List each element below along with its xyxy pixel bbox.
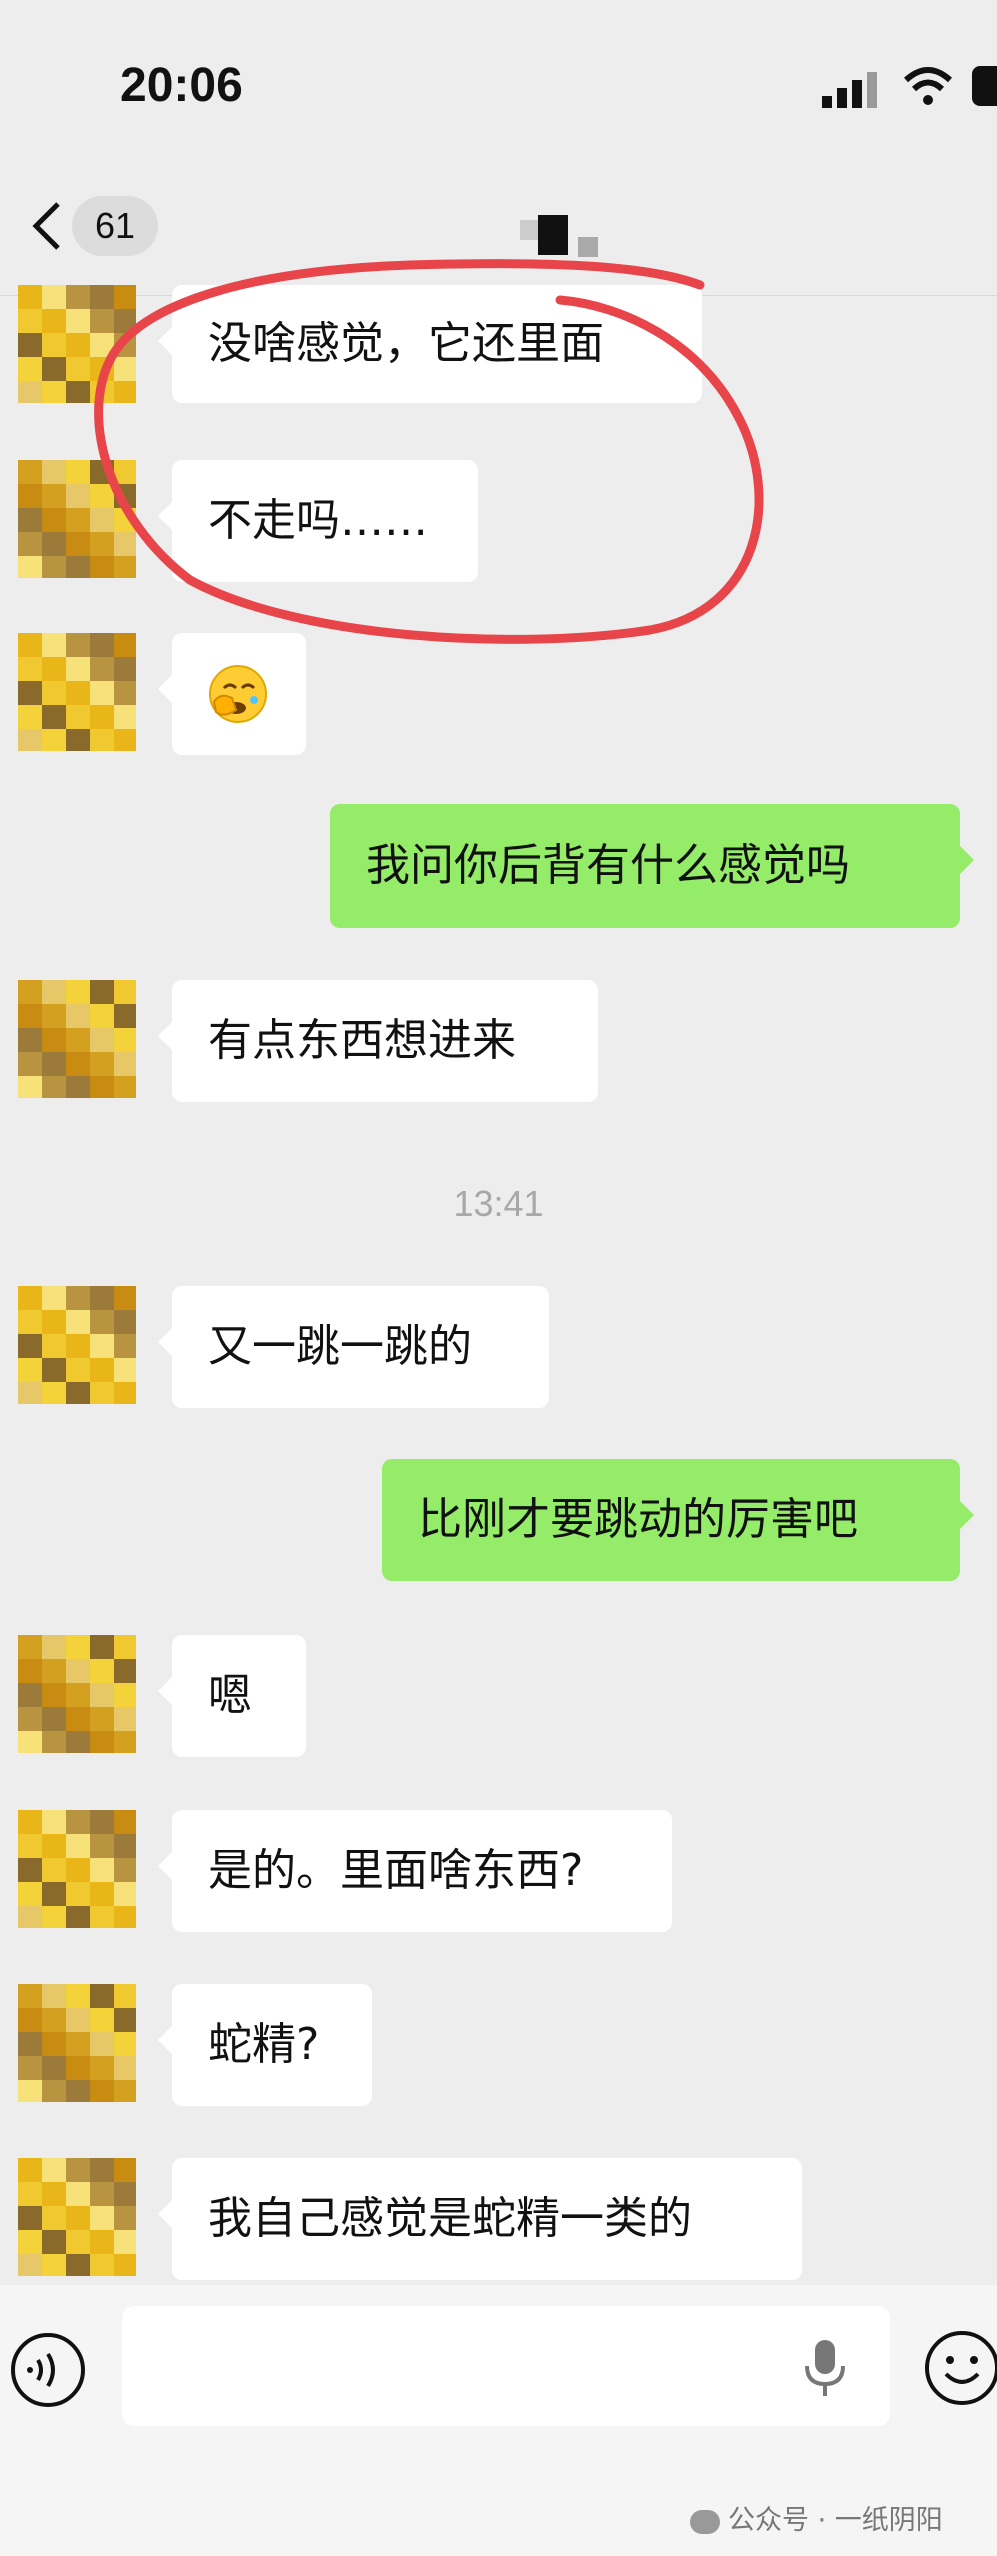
message-bubble-received[interactable]: 蛇精?	[158, 1984, 372, 2106]
message-input[interactable]	[122, 2306, 890, 2426]
contact-avatar[interactable]	[18, 460, 136, 578]
contact-avatar[interactable]	[18, 980, 136, 1098]
wechat-logo-icon	[690, 2509, 720, 2534]
signal-icon	[822, 72, 877, 108]
message-bubble-received[interactable]: 嗯	[158, 1635, 306, 1757]
contact-avatar[interactable]	[18, 285, 136, 403]
status-bar: 20:06	[0, 0, 997, 170]
watermark: 公众号 · 一纸阴阳	[690, 2498, 943, 2537]
battery-icon	[972, 66, 997, 106]
message-bubble-received[interactable]: 不走吗……	[158, 460, 478, 582]
contact-name-redacted	[520, 215, 598, 260]
message-bubble-received[interactable]: 我自己感觉是蛇精一类的	[158, 2158, 802, 2280]
face-palm-emoji-icon	[209, 665, 267, 723]
microphone-icon[interactable]	[800, 2338, 850, 2398]
contact-avatar[interactable]	[18, 2158, 136, 2276]
back-chevron-icon[interactable]	[18, 196, 78, 256]
message-bubble-received[interactable]: 又一跳一跳的	[158, 1286, 549, 1408]
emoji-icon[interactable]	[922, 2328, 997, 2408]
wifi-icon	[903, 67, 953, 105]
status-time: 20:06	[120, 59, 243, 112]
message-bubble-received[interactable]: 没啥感觉，它还里面	[158, 285, 702, 403]
contact-avatar[interactable]	[18, 1635, 136, 1753]
message-bubble-sent[interactable]: 我问你后背有什么感觉吗	[330, 804, 974, 928]
message-bubble-received[interactable]: 有点东西想进来	[158, 980, 598, 1102]
message-bubble-received[interactable]: 是的。里面啥东西?	[158, 1810, 672, 1932]
message-bubble-received[interactable]	[158, 633, 306, 755]
watermark-text: 公众号 · 一纸阴阳	[728, 2505, 943, 2536]
chat-timestamp: 13:41	[453, 1183, 544, 1224]
contact-avatar[interactable]	[18, 1810, 136, 1928]
contact-avatar[interactable]	[18, 633, 136, 751]
unread-count-badge[interactable]: 61	[72, 196, 158, 256]
voice-input-icon[interactable]	[8, 2330, 88, 2410]
message-bubble-sent[interactable]: 比刚才要跳动的厉害吧	[382, 1459, 974, 1581]
contact-avatar[interactable]	[18, 1286, 136, 1404]
contact-avatar[interactable]	[18, 1984, 136, 2102]
